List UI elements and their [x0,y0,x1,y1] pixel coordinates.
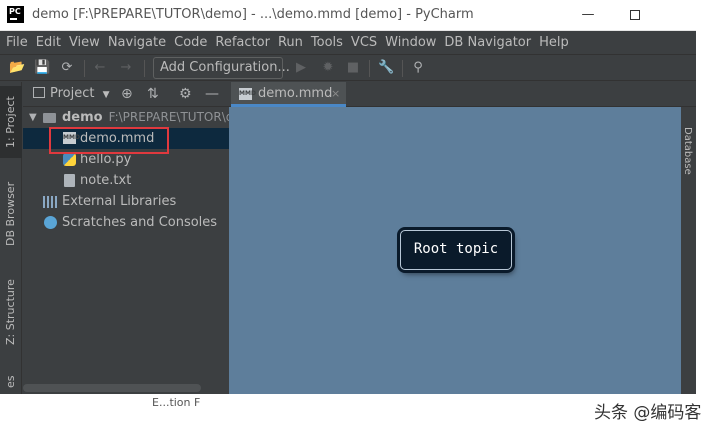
expand-arrow-icon[interactable]: ▼ [29,107,37,128]
tab-demo-mmd[interactable]: MMD demo.mmd × [231,82,346,107]
tree-external-libraries[interactable]: External Libraries [23,191,229,212]
project-panel-header: Project ▼ ⊕ ⇅ ⚙ — [23,82,229,107]
bottom-partial-text: E...tion F [152,396,201,409]
run-icon[interactable]: ▶ [293,60,309,76]
hide-panel-icon[interactable]: — [205,86,219,102]
db-browser-tool-tab[interactable]: DB Browser [0,174,22,254]
tree-label: External Libraries [62,194,177,209]
menu-window[interactable]: Window [385,35,444,50]
menu-help[interactable]: Help [539,35,577,50]
mindmap-file-icon: MMD [239,88,256,100]
window-title: demo [F:\PREPARE\TUTOR\demo] - ...\demo.… [32,7,474,22]
maximize-icon [630,10,640,20]
root-folder-name: demo [62,110,103,125]
favorites-tool-tab[interactable]: es [0,370,22,394]
watermark: 头条 @编码客 [594,403,702,423]
menu-view[interactable]: View [69,35,108,50]
folder-icon [43,113,56,123]
menu-db-navigator[interactable]: DB Navigator [444,35,539,50]
project-folder-icon [33,87,45,98]
library-icon [43,196,57,208]
menu-tools[interactable]: Tools [311,35,351,50]
locate-target-icon[interactable]: ⊕ [121,86,133,102]
tree-label: Scratches and Consoles [62,215,218,230]
file-label: note.txt [80,173,132,188]
debug-icon[interactable]: ✹ [320,60,336,76]
main-toolbar: 📂 💾 ⟳ ← → Add Configuration... ▶ ✹ ■ 🔧 ⚲ [0,54,696,81]
close-icon[interactable]: × [331,82,340,105]
collapse-all-icon[interactable]: ⇅ [147,86,159,102]
tab-label: demo.mmd [258,86,333,101]
editor-tab-bar: MMD demo.mmd × [229,82,696,107]
save-icon[interactable]: 💾 [34,60,50,76]
file-label: hello.py [80,152,132,167]
text-file-icon [64,174,75,187]
tree-root-demo[interactable]: ▼ demo F:\PREPARE\TUTOR\d [23,107,229,128]
file-label: demo.mmd [80,131,155,146]
toolbar-divider [84,60,85,77]
search-icon[interactable]: ⚲ [410,60,426,76]
project-tree: ▼ demo F:\PREPARE\TUTOR\d MMD demo.mmd he… [23,107,229,233]
left-tool-strip: 1: Project DB Browser Z: Structure es [0,82,22,394]
pycharm-logo-icon: PC [7,6,24,23]
tree-file-hello-py[interactable]: hello.py [23,149,229,170]
gear-icon[interactable]: ⚙ [179,86,192,102]
database-tool-tab[interactable]: Database [682,127,693,175]
menu-file[interactable]: File [6,35,36,50]
horizontal-scrollbar[interactable] [23,384,201,392]
sync-icon[interactable]: ⟳ [59,60,75,76]
mindmap-root-topic-node[interactable]: Root topic [400,230,512,270]
menu-run[interactable]: Run [278,35,311,50]
right-tool-strip: Database [681,107,696,394]
python-file-icon [63,153,76,166]
tree-file-demo-mmd[interactable]: MMD demo.mmd [23,128,229,149]
tree-scratches[interactable]: Scratches and Consoles [23,212,229,233]
menu-refactor[interactable]: Refactor [215,35,278,50]
tree-file-note-txt[interactable]: note.txt [23,170,229,191]
title-bar: PC demo [F:\PREPARE\TUTOR\demo] - ...\de… [0,0,696,31]
open-folder-icon[interactable]: 📂 [9,60,25,76]
back-arrow-icon[interactable]: ← [92,60,108,76]
menu-code[interactable]: Code [174,35,215,50]
project-tool-tab[interactable]: 1: Project [0,86,22,158]
wrench-settings-icon[interactable]: 🔧 [378,60,394,76]
maximize-button[interactable] [624,4,646,26]
project-panel: Project ▼ ⊕ ⇅ ⚙ — ▼ demo F:\PREPARE\TUTOR… [23,82,229,394]
menu-navigate[interactable]: Navigate [108,35,174,50]
project-panel-title: Project [50,86,95,101]
project-view-selector[interactable]: Project ▼ [33,86,110,101]
pycharm-window: PC demo [F:\PREPARE\TUTOR\demo] - ...\de… [0,0,696,394]
mindmap-file-icon: MMD [63,132,80,144]
chevron-down-icon: ▼ [102,90,110,100]
add-configuration-button[interactable]: Add Configuration... [153,57,290,79]
stop-icon[interactable]: ■ [345,60,361,76]
structure-tool-tab[interactable]: Z: Structure [0,272,22,352]
menu-vcs[interactable]: VCS [351,35,385,50]
root-folder-path: F:\PREPARE\TUTOR\d [108,110,229,124]
forward-arrow-icon[interactable]: → [118,60,134,76]
menu-edit[interactable]: Edit [36,35,69,50]
toolbar-divider [369,60,370,77]
menu-bar: File Edit View Navigate Code Refactor Ru… [0,31,696,53]
toolbar-divider [144,60,145,77]
minimize-button[interactable]: — [577,4,599,26]
toolbar-divider [402,60,403,77]
scratches-icon [44,216,57,229]
